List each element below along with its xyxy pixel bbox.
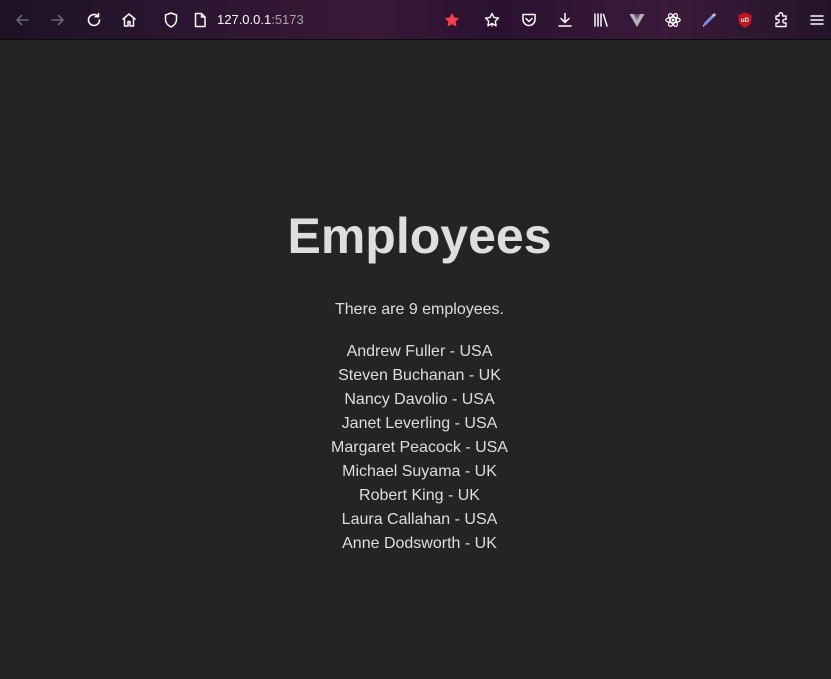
list-item: Andrew Fuller - USA xyxy=(346,343,493,360)
ublock-icon[interactable]: uD xyxy=(735,10,755,30)
vue-devtools-icon[interactable] xyxy=(627,10,647,30)
pocket-icon[interactable] xyxy=(519,10,539,30)
url-host: 127.0.0.1 xyxy=(217,12,272,27)
back-icon[interactable] xyxy=(12,10,32,30)
page-icon[interactable] xyxy=(190,10,210,30)
employee-list: Andrew Fuller - USA Steven Buchanan - UK… xyxy=(0,340,831,556)
list-item: Michael Suyama - UK xyxy=(342,463,497,480)
library-icon[interactable] xyxy=(591,10,611,30)
list-item: Steven Buchanan - UK xyxy=(338,367,501,384)
bookmark-star-icon[interactable] xyxy=(442,10,462,30)
download-icon[interactable] xyxy=(555,10,575,30)
list-item: Nancy Davolio - USA xyxy=(344,391,495,408)
page-content: Employees There are 9 employees. Andrew … xyxy=(0,40,831,679)
employee-count-text: There are 9 employees. xyxy=(335,301,504,318)
shield-icon[interactable] xyxy=(161,10,181,30)
home-icon[interactable] xyxy=(119,10,139,30)
page-title: Employees xyxy=(287,208,552,264)
reload-icon[interactable] xyxy=(84,10,104,30)
color-picker-icon[interactable] xyxy=(699,10,719,30)
address-bar-url[interactable]: 127.0.0.1:5173 xyxy=(217,12,304,28)
url-port: :5173 xyxy=(271,12,304,27)
list-item: Anne Dodsworth - UK xyxy=(342,535,497,552)
list-item: Margaret Peacock - USA xyxy=(331,439,508,456)
menu-icon[interactable] xyxy=(807,10,827,30)
reader-icon[interactable] xyxy=(482,10,502,30)
forward-icon[interactable] xyxy=(48,10,68,30)
list-item: Janet Leverling - USA xyxy=(341,415,498,432)
svg-text:uD: uD xyxy=(741,18,750,24)
list-item: Robert King - UK xyxy=(359,487,480,504)
list-item: Laura Callahan - USA xyxy=(341,511,498,528)
react-devtools-icon[interactable] xyxy=(663,10,683,30)
extensions-icon[interactable] xyxy=(771,10,791,30)
browser-toolbar: 127.0.0.1:5173 uD xyxy=(0,0,831,40)
